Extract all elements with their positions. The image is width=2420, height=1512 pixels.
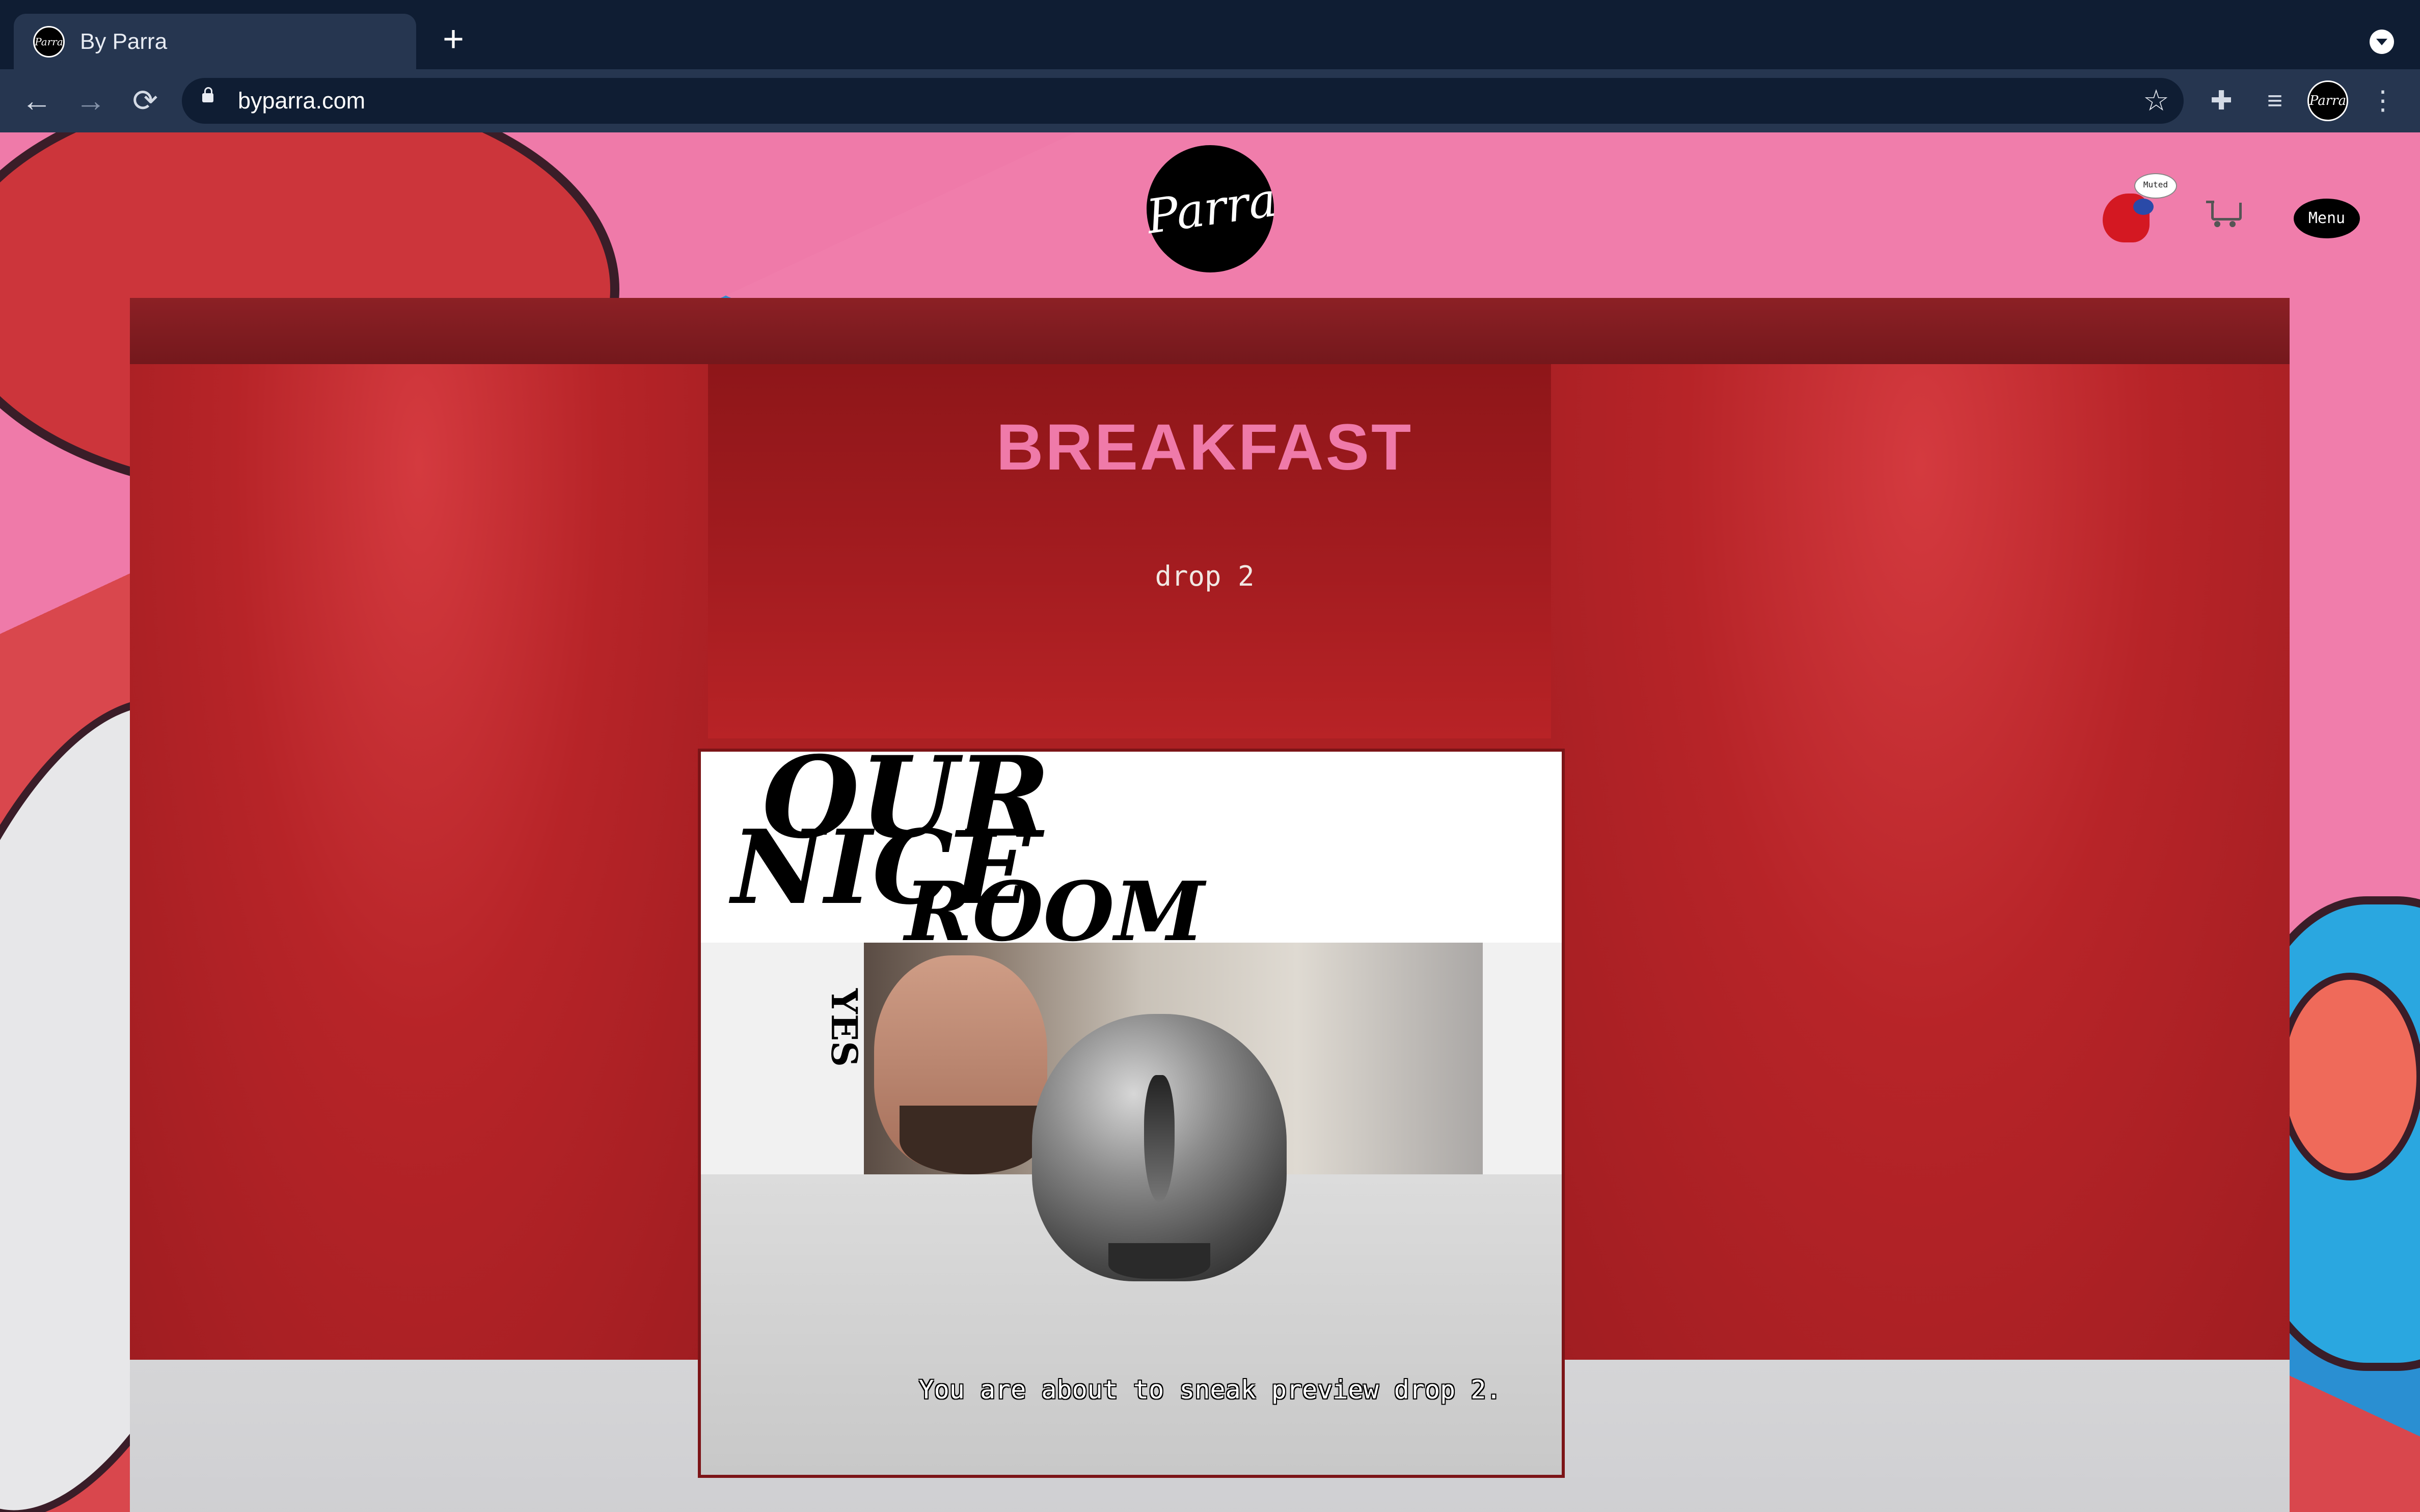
tab-search-button[interactable] — [2370, 30, 2394, 54]
cart-icon[interactable] — [2206, 198, 2242, 228]
patterned-ceiling: OUR NICE ROOM — [701, 752, 1562, 943]
parra-favicon-icon: Parra — [33, 26, 65, 58]
browser-toolbar: ← → ⟳ byparra.com ☆ ✚ ≡ Parra ⋮ — [0, 69, 2420, 132]
background-art-shape — [2277, 973, 2420, 1180]
3d-scene[interactable]: BREAKFAST drop 2 OUR NICE ROOM YES — [130, 298, 2290, 1512]
address-bar[interactable]: byparra.com ☆ — [182, 78, 2184, 124]
profile-avatar[interactable]: Parra — [2307, 80, 2348, 121]
lock-icon — [202, 87, 213, 102]
parra-logo[interactable]: Parra — [1138, 136, 1283, 281]
scene-title: BREAKFAST — [996, 411, 1413, 484]
browser-tab-bar: Parra By Parra + — [0, 0, 2420, 69]
right-red-wall — [1551, 364, 2290, 1360]
media-control-icon[interactable]: ≡ — [2255, 81, 2294, 120]
sound-toggle[interactable]: Muted — [2103, 173, 2177, 244]
new-tab-button[interactable]: + — [436, 21, 471, 58]
doorway-room[interactable]: OUR NICE ROOM YES — [698, 749, 1565, 1478]
muted-bubble: Muted — [2134, 173, 2177, 199]
bird-icon — [2103, 194, 2154, 242]
reload-button[interactable]: ⟳ — [125, 80, 166, 121]
tab-title: By Parra — [80, 29, 168, 54]
scene-ceiling-beam — [130, 298, 2290, 364]
scene-subtitle: drop 2 — [1155, 560, 1255, 592]
bookmark-star-icon[interactable]: ☆ — [2143, 83, 2169, 119]
preview-caption: You are about to sneak preview drop 2. — [918, 1375, 1502, 1405]
extensions-icon[interactable]: ✚ — [2202, 81, 2241, 120]
left-red-wall — [130, 364, 708, 1360]
browser-tab[interactable]: Parra By Parra — [14, 14, 416, 69]
bird-sculpture-product[interactable] — [1032, 1014, 1287, 1281]
forward-button[interactable]: → — [70, 80, 111, 121]
menu-button[interactable]: Menu — [2294, 199, 2360, 238]
url-text[interactable]: byparra.com — [238, 86, 365, 116]
back-button[interactable]: ← — [16, 80, 57, 121]
web-page: Parra Muted Menu BREAKFAST drop 2 OUR NI… — [0, 132, 2420, 1512]
browser-menu-icon[interactable]: ⋮ — [2363, 81, 2402, 120]
